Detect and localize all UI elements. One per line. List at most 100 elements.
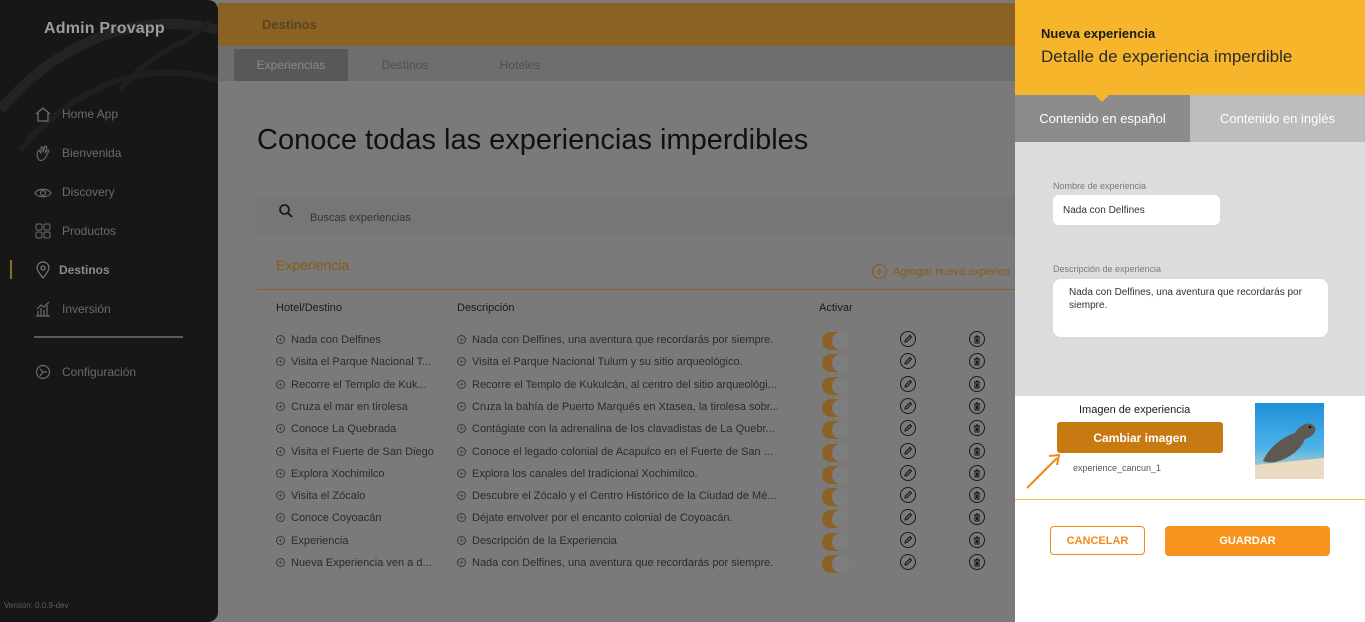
row-description: Cruza la bahía de Puerto Marqués en Xtas… — [472, 400, 779, 413]
activate-toggle[interactable] — [822, 465, 850, 484]
expand-icon[interactable]: + — [276, 558, 285, 567]
table-row: + Conoce Coyoacán + Déjate envolver por el … — [276, 509, 1016, 531]
expand-icon[interactable]: + — [457, 491, 466, 501]
edit-icon[interactable] — [900, 531, 916, 548]
delete-icon[interactable] — [969, 375, 985, 392]
sidebar-item-label: Home App — [62, 106, 119, 121]
edit-icon[interactable] — [900, 442, 916, 459]
sidebar-item-discovery[interactable]: Discovery — [0, 172, 218, 211]
delete-icon[interactable] — [969, 487, 985, 504]
activate-toggle[interactable] — [822, 555, 850, 573]
tab-contenido-ingles[interactable]: Contenido en inglés — [1190, 95, 1365, 142]
edit-icon[interactable] — [900, 353, 916, 370]
expand-icon[interactable]: + — [457, 401, 466, 411]
hand-wave-icon — [34, 144, 52, 162]
delete-icon[interactable] — [969, 420, 985, 437]
edit-icon[interactable] — [900, 397, 916, 414]
table-row: + Experiencia + Descripción de la Experienc… — [276, 531, 1016, 554]
edit-icon[interactable] — [900, 420, 916, 437]
expand-icon[interactable]: + — [457, 446, 466, 456]
location-pin-icon — [34, 260, 52, 279]
row-hotel: Conoce Coyoacán — [291, 512, 382, 525]
table-row: + Conoce La Quebrada + Contágiate con la ad… — [276, 420, 1016, 442]
sidebar-item-productos[interactable]: Productos — [0, 211, 218, 250]
add-experience-button[interactable]: + Agregar nueva experien — [872, 264, 1010, 279]
sidebar-item-home-app[interactable]: Home App — [0, 94, 218, 133]
row-hotel: Visita el Fuerte de San Diego — [291, 445, 434, 458]
change-image-button[interactable]: Cambiar imagen — [1057, 422, 1223, 453]
edit-icon[interactable] — [900, 375, 916, 392]
grid-icon — [34, 222, 52, 240]
edit-icon[interactable] — [900, 331, 916, 347]
description-field[interactable]: Nada con Delfines, una aventura que reco… — [1053, 279, 1328, 337]
sidebar-item-destinos[interactable]: Destinos — [0, 250, 218, 289]
tab-experiencias[interactable]: Experiencias — [234, 49, 348, 81]
expand-icon[interactable]: + — [457, 357, 466, 367]
expand-icon[interactable]: + — [457, 513, 466, 523]
row-hotel: Conoce La Quebrada — [291, 423, 397, 436]
expand-icon[interactable]: + — [457, 468, 466, 478]
activate-toggle[interactable] — [822, 510, 850, 529]
edit-icon[interactable] — [900, 509, 916, 526]
new-experience-panel: Nueva experiencia Detalle de experiencia… — [1015, 0, 1365, 622]
expand-icon[interactable]: + — [457, 535, 466, 545]
search-input[interactable]: Buscas experiencias — [310, 212, 411, 224]
sidebar-item-inversion[interactable]: Inversión — [0, 289, 218, 328]
panel-header: Nueva experiencia Detalle de experiencia… — [1015, 0, 1365, 95]
sidebar-item-label: Bienvenida — [62, 145, 122, 160]
activate-toggle[interactable] — [822, 332, 850, 350]
delete-icon[interactable] — [969, 331, 985, 347]
tab-hoteles[interactable]: Hoteles — [488, 49, 552, 81]
expand-icon[interactable]: + — [276, 446, 285, 456]
row-hotel: Nada con Delfines — [291, 334, 381, 346]
activate-toggle[interactable] — [822, 376, 850, 395]
image-section-title: Imagen de experiencia — [1079, 404, 1191, 416]
expand-icon[interactable]: + — [276, 468, 285, 478]
edit-icon[interactable] — [900, 554, 916, 570]
activate-toggle[interactable] — [822, 354, 850, 373]
activate-toggle[interactable] — [822, 421, 850, 440]
expand-icon[interactable]: + — [276, 535, 285, 545]
sidebar-item-label: Discovery — [62, 184, 115, 199]
activate-toggle[interactable] — [822, 532, 850, 551]
activate-toggle[interactable] — [822, 443, 850, 462]
tab-contenido-espanol[interactable]: Contenido en español — [1015, 95, 1190, 142]
delete-icon[interactable] — [969, 531, 985, 548]
expand-icon[interactable]: + — [276, 357, 285, 367]
delete-icon[interactable] — [969, 464, 985, 481]
brand-title: Admin Provapp — [44, 20, 165, 37]
sidebar-item-label: Destinos — [59, 262, 110, 277]
sidebar-nav: Home App Bienvenida Discovery Productos — [0, 94, 218, 328]
expand-icon[interactable]: + — [457, 335, 466, 344]
save-button[interactable]: GUARDAR — [1165, 526, 1330, 556]
sidebar-item-configuracion[interactable]: Configuración — [0, 352, 218, 391]
delete-icon[interactable] — [969, 353, 985, 370]
expand-icon[interactable]: + — [276, 335, 285, 344]
expand-icon[interactable]: + — [276, 379, 285, 389]
delete-icon[interactable] — [969, 509, 985, 526]
edit-icon[interactable] — [900, 487, 916, 504]
section-title: Experiencia — [276, 257, 350, 273]
row-description: Conoce el legado colonial de Acapulco en… — [472, 445, 773, 458]
row-description: Descripción de la Experiencia — [472, 534, 617, 547]
row-description: Descubre el Zócalo y el Centro Histórico… — [472, 490, 777, 503]
tab-destinos[interactable]: Destinos — [366, 49, 444, 81]
cancel-button[interactable]: CANCELAR — [1050, 526, 1145, 555]
delete-icon[interactable] — [969, 397, 985, 414]
delete-icon[interactable] — [969, 442, 985, 459]
sidebar-item-bienvenida[interactable]: Bienvenida — [0, 133, 218, 172]
delete-icon[interactable] — [969, 554, 985, 570]
expand-icon[interactable]: + — [457, 558, 466, 567]
expand-icon[interactable]: + — [276, 513, 285, 523]
edit-icon[interactable] — [900, 464, 916, 481]
row-description: Recorre el Templo de Kukulcán, al centro… — [472, 378, 777, 391]
expand-icon[interactable]: + — [457, 379, 466, 389]
expand-icon[interactable]: + — [276, 424, 285, 434]
expand-icon[interactable]: + — [276, 491, 285, 501]
panel-subtitle: Detalle de experiencia imperdible — [1041, 47, 1293, 66]
activate-toggle[interactable] — [822, 488, 850, 507]
activate-toggle[interactable] — [822, 398, 850, 417]
name-field[interactable]: Nada con Delfines — [1053, 195, 1220, 225]
expand-icon[interactable]: + — [457, 424, 466, 434]
expand-icon[interactable]: + — [276, 401, 285, 411]
